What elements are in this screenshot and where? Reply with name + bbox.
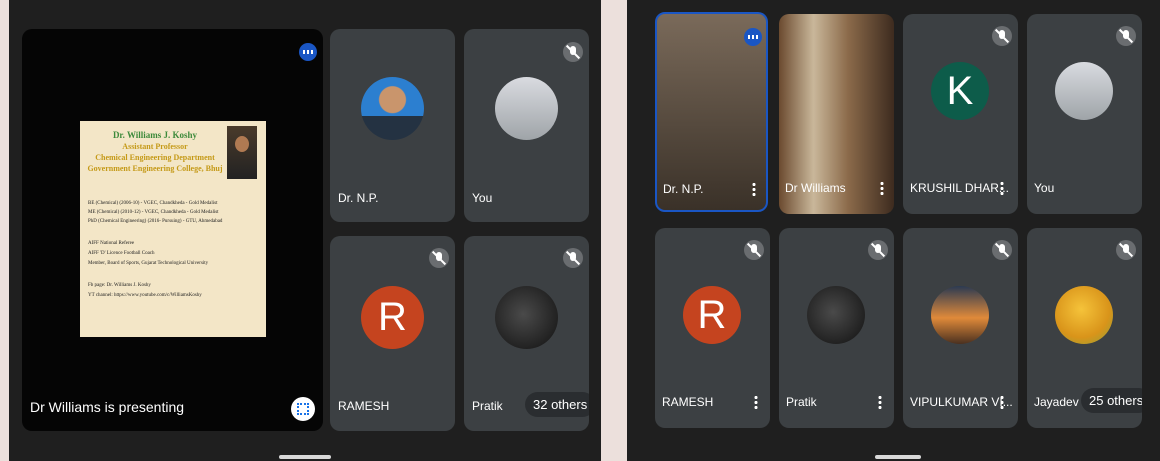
participant-video-tile[interactable]: Dr Williams — [779, 14, 894, 214]
participant-tile[interactable]: Dr. N.P. — [330, 29, 455, 222]
presentation-tile[interactable]: Dr. Williams J. Koshy Assistant Professo… — [22, 29, 323, 431]
participant-avatar — [807, 286, 865, 344]
mic-off-icon — [1116, 26, 1136, 46]
mic-off-icon — [992, 26, 1012, 46]
participant-name: RAMESH — [662, 395, 714, 409]
participant-name: You — [472, 191, 493, 205]
slide-subtitle: Chemical Engineering Department — [95, 153, 215, 162]
more-options-icon[interactable] — [752, 182, 756, 196]
navigation-handle[interactable] — [875, 455, 921, 459]
slide-subtitle: Government Engineering College, Bhuj — [87, 164, 223, 173]
slide-photo — [227, 126, 257, 179]
participant-name: VIPULKUMAR VI... — [910, 395, 1013, 409]
participant-avatar: K — [931, 62, 989, 120]
mic-off-icon — [429, 248, 449, 268]
participant-avatar — [1055, 62, 1113, 120]
participant-tile[interactable]: You — [1027, 14, 1142, 214]
participant-tile[interactable]: R RAMESH — [330, 236, 455, 431]
participant-name: Pratik — [472, 399, 503, 413]
mic-off-icon — [744, 240, 764, 260]
participant-avatar — [495, 77, 558, 140]
more-options-icon[interactable] — [1000, 395, 1004, 409]
participant-avatar: R — [361, 286, 424, 349]
slide-title: Dr. Williams J. Koshy — [112, 130, 198, 140]
participant-tile[interactable]: VIPULKUMAR VI... — [903, 228, 1018, 428]
participant-avatar: R — [683, 286, 741, 344]
more-options-icon[interactable] — [754, 395, 758, 409]
slide-subtitle: Assistant Professor — [122, 142, 188, 151]
others-count-badge[interactable]: 32 others — [525, 392, 589, 417]
participant-name: You — [1034, 181, 1055, 195]
participant-tile[interactable]: R RAMESH — [655, 228, 770, 428]
left-meeting-screen: Dr. Williams J. Koshy Assistant Professo… — [9, 0, 601, 461]
more-options-icon[interactable] — [878, 395, 882, 409]
slide-line: Fb page: Dr. Williams J. Koshy — [88, 283, 151, 288]
slide-line: BE (Chemical) (2006-10) - VGEC, Chandkhe… — [88, 201, 218, 206]
mic-off-icon — [1116, 240, 1136, 260]
slide-line: YT channel: https://www.youtube.com/c/Wi… — [88, 293, 202, 298]
slide-line: AIFF 'D' Licence Football Coach — [88, 251, 155, 256]
participant-name: KRUSHIL DHAR... — [910, 181, 1009, 195]
speaking-indicator-icon — [299, 43, 317, 61]
participant-tile[interactable]: You — [464, 29, 589, 222]
others-count-badge[interactable]: 25 others — [1081, 388, 1142, 413]
mic-off-icon — [563, 42, 583, 62]
presenting-label: Dr Williams is presenting — [30, 399, 185, 415]
participant-name: Dr Williams — [785, 181, 846, 195]
fullscreen-icon[interactable] — [291, 397, 315, 421]
mic-off-icon — [992, 240, 1012, 260]
slide-line: ME (Chemical) (2010-12) - VGEC, Chandkhe… — [88, 210, 219, 215]
participant-name: Jayadev — [1034, 395, 1079, 409]
participant-avatar — [495, 286, 558, 349]
mic-off-icon — [868, 240, 888, 260]
more-options-icon[interactable] — [880, 181, 884, 195]
slide-line: AIFF National Referee — [88, 241, 135, 246]
participant-name: RAMESH — [338, 399, 390, 413]
participant-avatar — [361, 77, 424, 140]
navigation-handle[interactable] — [279, 455, 331, 459]
participant-tile[interactable]: Pratik — [779, 228, 894, 428]
participant-avatar — [1055, 286, 1113, 344]
presentation-slide: Dr. Williams J. Koshy Assistant Professo… — [80, 121, 266, 337]
participant-name: Dr. N.P. — [338, 191, 379, 205]
participant-name: Dr. N.P. — [663, 182, 704, 196]
mic-off-icon — [563, 248, 583, 268]
participant-avatar — [931, 286, 989, 344]
participant-tile[interactable]: Pratik 32 others — [464, 236, 589, 431]
participant-tile[interactable]: Jayadev 25 others — [1027, 228, 1142, 428]
slide-line: Member, Board of Sports, Gujarat Technol… — [88, 261, 209, 266]
slide-line: PhD (Chemical Engineering) (2016- Pursui… — [88, 219, 223, 224]
more-options-icon[interactable] — [1000, 181, 1004, 195]
participant-tile[interactable]: K KRUSHIL DHAR... — [903, 14, 1018, 214]
participant-name: Pratik — [786, 395, 817, 409]
right-meeting-screen: Dr. N.P. Dr Williams K KRUSHIL DHAR... Y… — [627, 0, 1160, 461]
speaking-indicator-icon — [744, 28, 762, 46]
participant-video-tile[interactable]: Dr. N.P. — [655, 12, 768, 212]
